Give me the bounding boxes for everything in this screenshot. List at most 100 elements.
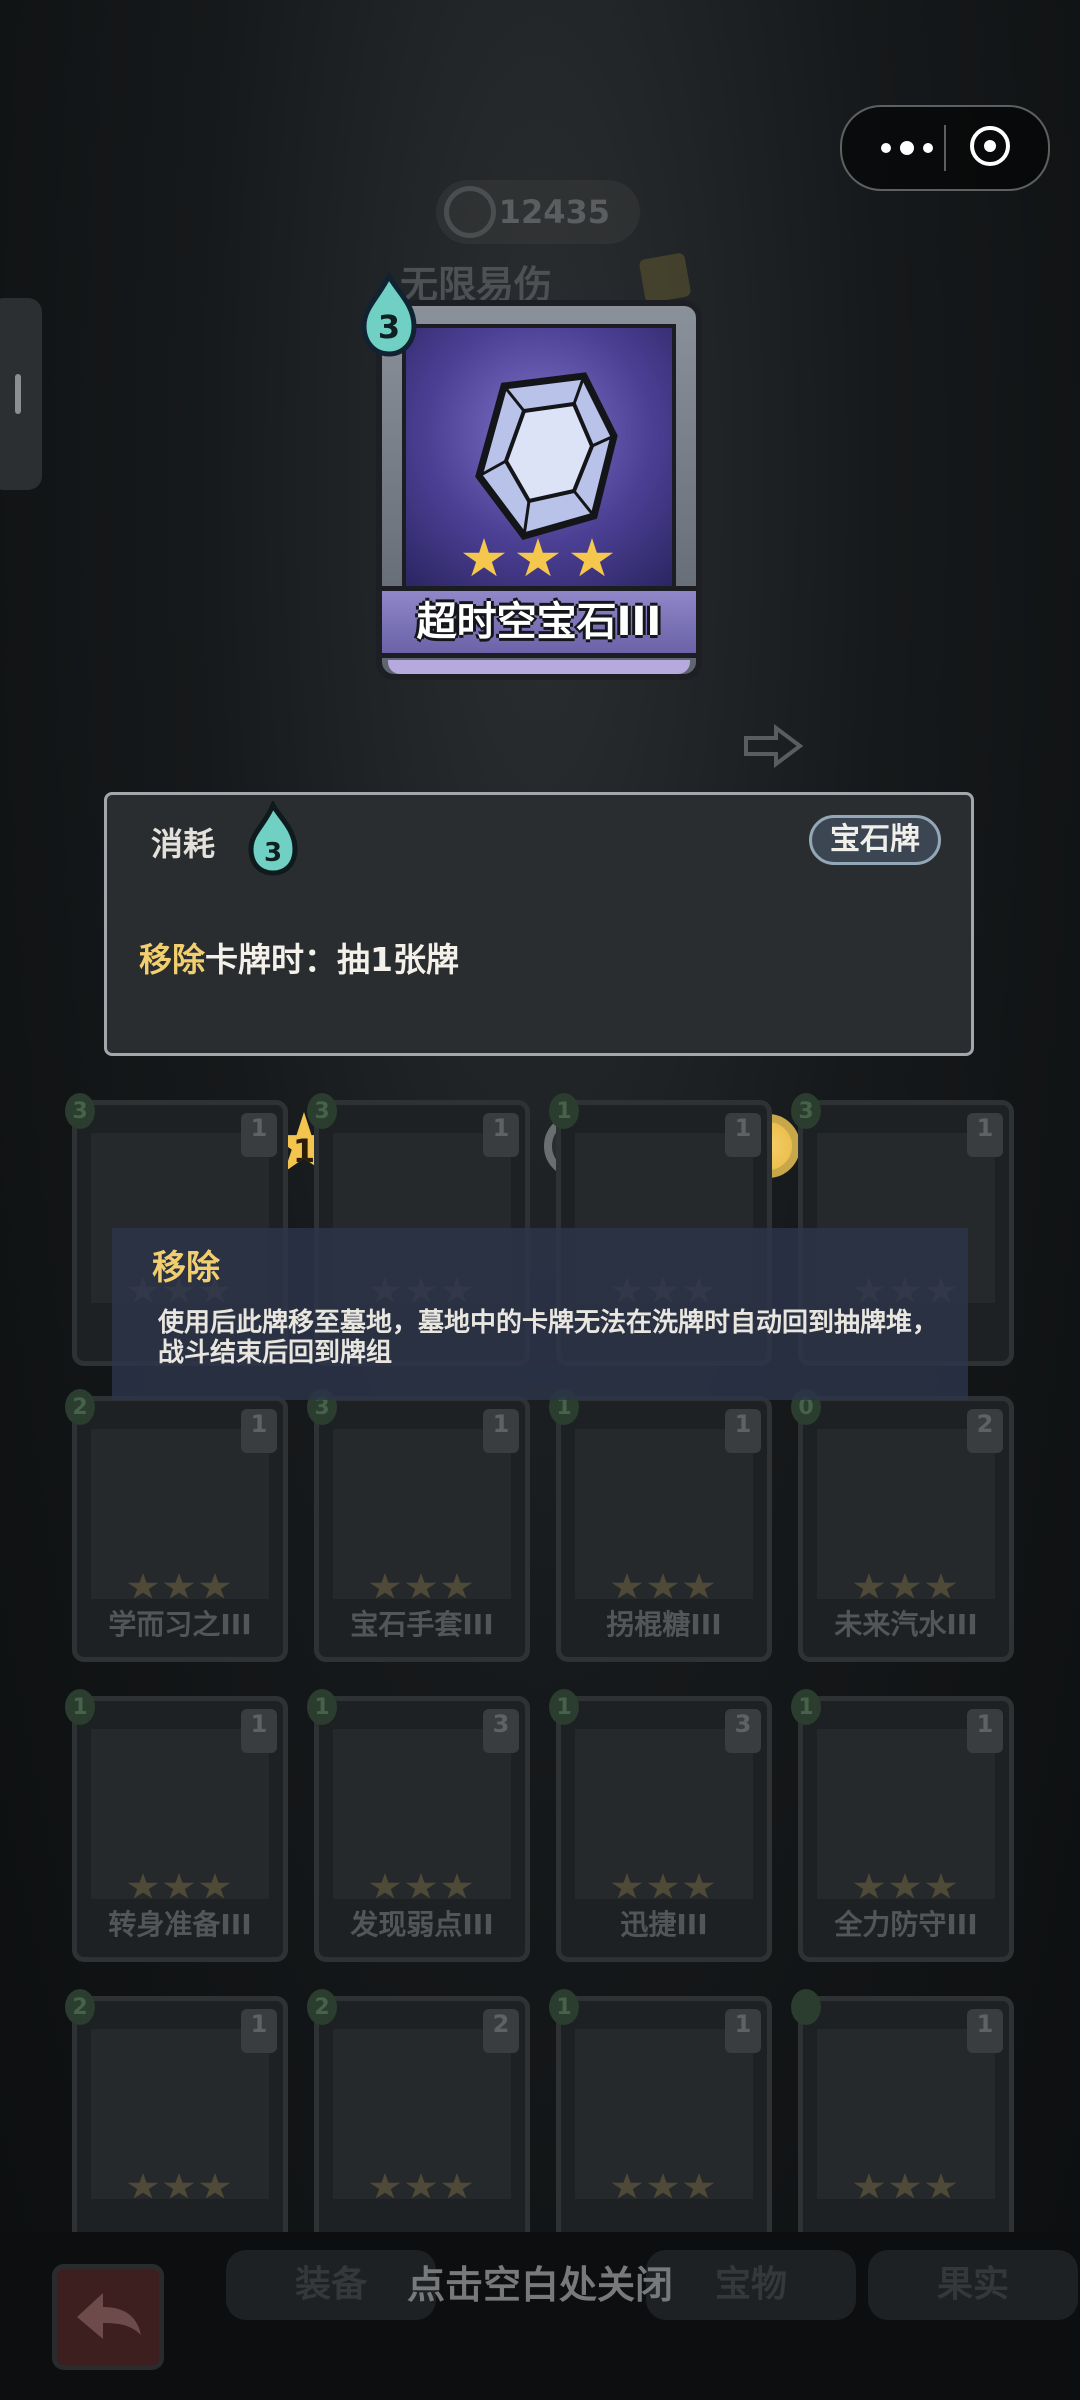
card-count: 1 — [967, 1709, 1003, 1753]
star-icon — [516, 538, 560, 577]
tooltip-title: 移除 — [152, 1248, 220, 1288]
card-name: 学而习之III — [108, 1608, 252, 1641]
card-stars — [611, 2173, 721, 2199]
star-icon — [163, 1873, 195, 1899]
deck-card[interactable]: 发现弱点III 1 3 — [307, 1689, 530, 1962]
card-bottom-trim — [388, 660, 690, 674]
card-count: 1 — [241, 1113, 277, 1157]
card-cost: 2 — [307, 1989, 337, 2025]
back-button[interactable] — [52, 2264, 164, 2370]
star-icon — [127, 1573, 159, 1599]
deck-card[interactable]: 全力防守III 1 1 — [791, 1689, 1014, 1962]
card-count: 1 — [967, 1113, 1003, 1157]
card-stars — [127, 2173, 237, 2199]
card-stars — [611, 1873, 721, 1899]
star-icon — [647, 1573, 679, 1599]
card-name: 转身准备III — [108, 1908, 252, 1941]
coin-counter: 12435 — [436, 180, 640, 244]
star-icon — [889, 1573, 921, 1599]
star-icon — [441, 1873, 473, 1899]
card-count: 1 — [725, 1113, 761, 1157]
star-icon — [611, 1873, 643, 1899]
star-icon — [369, 2173, 401, 2199]
deck-card[interactable]: 11 — [549, 1989, 772, 2262]
card-cost-badge: 3 — [361, 272, 417, 357]
star-icon — [925, 1573, 957, 1599]
star-icon — [405, 1873, 437, 1899]
card-cost: 1 — [549, 1989, 579, 2025]
star-icon — [611, 1573, 643, 1599]
star-icon — [199, 1573, 231, 1599]
deck-card[interactable]: 学而习之III 2 1 — [65, 1389, 288, 1662]
card-stars — [853, 1873, 963, 1899]
card-type-tag: 宝石牌 — [809, 815, 941, 865]
card-count: 2 — [483, 2009, 519, 2053]
card-effect: 移除卡牌时：抽1张牌 — [139, 933, 459, 981]
coin-value: 12435 — [498, 193, 610, 231]
tab-fruit[interactable]: 果实 — [868, 2250, 1078, 2320]
star-icon — [570, 538, 614, 577]
card-cost: 1 — [791, 1689, 821, 1725]
keyword-tooltip: 移除 使用后此牌移至墓地，墓地中的卡牌无法在洗牌时自动回到抽牌堆，战斗结束后回到… — [112, 1228, 968, 1400]
card-name: 拐棍糖III — [606, 1608, 722, 1641]
star-icon — [683, 2173, 715, 2199]
star-icon — [647, 2173, 679, 2199]
deck-card[interactable]: 未来汽水III 0 2 — [791, 1389, 1014, 1662]
mini-program-capsule — [840, 105, 1050, 191]
deck-card[interactable]: 22 — [307, 1989, 530, 2262]
card-count: 1 — [967, 2009, 1003, 2053]
card-name: 宝石手套III — [350, 1608, 494, 1641]
star-icon — [369, 1873, 401, 1899]
card-name: 发现弱点III — [350, 1908, 494, 1941]
star-icon — [683, 1573, 715, 1599]
star-icon — [127, 2173, 159, 2199]
deck-card[interactable]: 21 — [65, 1989, 288, 2262]
card-stars — [127, 1573, 237, 1599]
star-icon — [462, 538, 506, 577]
gem-icon — [475, 372, 618, 541]
deck-card[interactable]: 转身准备III 1 1 — [65, 1689, 288, 1962]
coin-icon — [444, 186, 496, 238]
card-count: 1 — [241, 1409, 277, 1453]
card-stars — [369, 2173, 479, 2199]
card-cost: 3 — [378, 308, 400, 346]
effect-keyword[interactable]: 移除 — [139, 940, 205, 979]
card-cost: 3 — [791, 1093, 821, 1129]
star-icon — [199, 1873, 231, 1899]
back-arrow-icon — [77, 2293, 141, 2339]
energy-drop-icon: 3 — [248, 801, 298, 876]
card-cost: 3 — [65, 1093, 95, 1129]
close-miniprogram-icon[interactable] — [970, 126, 1010, 166]
card-count: 1 — [241, 2009, 277, 2053]
star-icon — [441, 2173, 473, 2199]
card-stars — [611, 1573, 721, 1599]
more-menu-icon[interactable] — [872, 131, 942, 165]
star-icon — [647, 1873, 679, 1899]
card-cost: 2 — [65, 1389, 95, 1425]
close-hint[interactable]: 点击空白处关闭 — [300, 2252, 780, 2318]
selected-card: 超时空宝石III — [376, 300, 702, 680]
star-icon — [889, 1873, 921, 1899]
card-stars — [462, 538, 614, 580]
card-stars — [369, 1573, 479, 1599]
card-count: 1 — [483, 1113, 519, 1157]
star-icon — [163, 1573, 195, 1599]
deck-card[interactable]: 1 — [791, 1989, 1014, 2262]
card-count: 1 — [483, 1409, 519, 1453]
card-count: 3 — [483, 1709, 519, 1753]
effect-text: 卡牌时：抽1张牌 — [205, 940, 459, 979]
deck-card[interactable]: 拐棍糖III 1 1 — [549, 1389, 772, 1662]
deck-card[interactable]: 迅捷III 1 3 — [549, 1689, 772, 1962]
card-cost: 1 — [65, 1689, 95, 1725]
star-icon — [853, 2173, 885, 2199]
deck-card[interactable]: 宝石手套III 3 1 — [307, 1389, 530, 1662]
card-count: 1 — [725, 1409, 761, 1453]
star-icon — [405, 2173, 437, 2199]
card-name: 全力防守III — [834, 1908, 978, 1941]
card-cost — [791, 1989, 821, 2025]
star-icon — [889, 2173, 921, 2199]
card-cost: 1 — [549, 1689, 579, 1725]
side-drawer-handle[interactable] — [0, 298, 42, 490]
star-icon — [683, 1873, 715, 1899]
star-icon — [405, 1573, 437, 1599]
